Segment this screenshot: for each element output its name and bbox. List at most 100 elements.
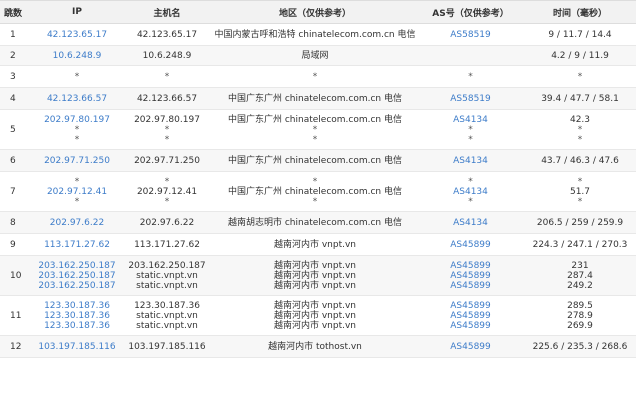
as-link[interactable]: AS45899 <box>417 281 524 291</box>
region-value: 越南河内市 vnpt.vn <box>273 260 357 271</box>
hostname-cell: 202.97.71.250 <box>121 149 213 172</box>
ip-link[interactable]: 203.162.250.187 <box>33 261 121 271</box>
ip-link[interactable]: 202.97.80.197 <box>33 115 121 125</box>
time-value: 225.6 / 235.3 / 268.6 <box>532 341 628 352</box>
host-value: * <box>164 124 170 135</box>
as-link[interactable]: AS45899 <box>417 311 524 321</box>
hop-number: 4 <box>0 87 33 110</box>
time-cell: 289.5 278.9 269.9 <box>524 295 636 336</box>
table-body: 1 42.123.65.17 42.123.65.17 中国内蒙古呼和浩特 china… <box>0 23 636 358</box>
table-row: 12 103.197.185.116 103.197.185.116 越南河内市 to… <box>0 335 636 358</box>
as-cell: AS58519 <box>417 23 524 46</box>
hostname-cell: 42.123.66.57 <box>121 87 213 110</box>
as-value: * <box>468 176 473 187</box>
time-value: 289.5 <box>567 300 593 311</box>
ip-link[interactable]: 10.6.248.9 <box>33 51 121 61</box>
region-value: 中国广东广州 chinatelecom.com.cn 电信 <box>227 114 402 125</box>
hop-number: 7 <box>0 171 33 212</box>
time-value: 231 <box>571 260 589 271</box>
region-value: 越南河内市 vnpt.vn <box>273 270 357 281</box>
host-value: 202.97.12.41 <box>136 186 198 197</box>
as-cell: * <box>417 65 524 88</box>
as-link[interactable]: AS45899 <box>417 261 524 271</box>
time-cell: 4.2 / 9 / 11.9 <box>524 45 636 66</box>
hop-number: 5 <box>0 109 33 150</box>
time-value: 4.2 / 9 / 11.9 <box>551 50 609 61</box>
hop-number: 8 <box>0 211 33 234</box>
ip-link[interactable]: 203.162.250.187 <box>33 281 121 291</box>
ip-cell: 42.123.65.17 <box>33 23 121 46</box>
ip-link[interactable]: 103.197.185.116 <box>33 342 121 352</box>
hostname-cell: 202.97.6.22 <box>121 211 213 234</box>
as-link[interactable]: AS45899 <box>417 342 524 352</box>
ip-value: * <box>74 134 80 145</box>
ip-link[interactable]: 202.97.6.22 <box>33 218 121 228</box>
as-link[interactable]: AS45899 <box>417 240 524 250</box>
region-value: * <box>312 196 318 207</box>
host-value: * <box>164 176 170 187</box>
as-link[interactable]: AS58519 <box>417 94 524 104</box>
ip-value: * <box>74 176 80 187</box>
ip-cell: * <box>33 65 121 88</box>
header-time: 时间（毫秒） <box>524 0 636 24</box>
as-cell: AS45899 AS45899 AS45899 <box>417 255 524 296</box>
ip-link[interactable]: 123.30.187.36 <box>33 311 121 321</box>
region-cell: * 中国广东广州 chinatelecom.com.cn 电信 * <box>213 171 417 212</box>
time-value: 39.4 / 47.7 / 58.1 <box>541 93 619 104</box>
time-value: 224.3 / 247.1 / 270.3 <box>532 239 628 250</box>
ip-cell: 42.123.66.57 <box>33 87 121 110</box>
time-value: * <box>577 124 583 135</box>
ip-value: * <box>74 71 80 82</box>
table-row: 6 202.97.71.250 202.97.71.250 中国广东广州 chinat… <box>0 149 636 172</box>
as-link[interactable]: AS45899 <box>417 321 524 331</box>
as-value: * <box>468 71 473 82</box>
ip-link[interactable]: 113.171.27.62 <box>33 240 121 250</box>
ip-cell: 203.162.250.187 203.162.250.187 203.162.25… <box>33 255 121 296</box>
hop-number: 9 <box>0 233 33 256</box>
as-cell: AS45899 <box>417 335 524 358</box>
header-hop: 跳数 <box>0 0 33 24</box>
as-link[interactable]: AS4134 <box>417 218 524 228</box>
ip-cell: * 202.97.12.41 * <box>33 171 121 212</box>
table-row: 11 123.30.187.36 123.30.187.36 123.30.187.3… <box>0 295 636 336</box>
table-row: 5 202.97.80.197 * * 202.97.80.197 * * 中国广东广州 ch… <box>0 109 636 150</box>
ip-link[interactable]: 42.123.66.57 <box>33 94 121 104</box>
table-row: 3 * * * * * <box>0 65 636 88</box>
time-value: 9 / 11.7 / 14.4 <box>548 29 612 40</box>
hop-number: 1 <box>0 23 33 46</box>
hostname-cell: 123.30.187.36 static.vnpt.vn static.vnpt.v… <box>121 295 213 336</box>
host-value: static.vnpt.vn <box>136 280 198 291</box>
ip-cell: 202.97.6.22 <box>33 211 121 234</box>
traceroute-table: 跳数 IP 主机名 地区（仅供参考） AS号（仅供参考） 时间（毫秒） 1 42.… <box>0 0 636 358</box>
host-value: 203.162.250.187 <box>128 260 206 271</box>
ip-link[interactable]: 42.123.65.17 <box>33 30 121 40</box>
ip-link[interactable]: 123.30.187.36 <box>33 301 121 311</box>
time-cell: 225.6 / 235.3 / 268.6 <box>524 335 636 358</box>
ip-value: * <box>74 124 80 135</box>
as-link[interactable]: AS45899 <box>417 301 524 311</box>
region-cell: 局域网 <box>213 45 417 66</box>
as-link[interactable]: AS4134 <box>417 156 524 166</box>
ip-link[interactable]: 203.162.250.187 <box>33 271 121 281</box>
region-value: 越南河内市 vnpt.vn <box>273 310 357 321</box>
time-value: * <box>577 71 583 82</box>
hostname-cell: 42.123.65.17 <box>121 23 213 46</box>
time-value: * <box>577 134 583 145</box>
region-value: * <box>312 176 318 187</box>
ip-link[interactable]: 123.30.187.36 <box>33 321 121 331</box>
ip-link[interactable]: 202.97.71.250 <box>33 156 121 166</box>
hop-number: 10 <box>0 255 33 296</box>
as-link[interactable]: AS4134 <box>417 115 524 125</box>
as-link[interactable]: AS58519 <box>417 30 524 40</box>
as-link[interactable]: AS45899 <box>417 271 524 281</box>
table-row: 9 113.171.27.62 113.171.27.62 越南河内市 vnpt.vn… <box>0 233 636 256</box>
host-value: static.vnpt.vn <box>136 270 198 281</box>
hop-number: 12 <box>0 335 33 358</box>
region-cell: 越南河内市 vnpt.vn 越南河内市 vnpt.vn 越南河内市 vnpt.vn <box>213 255 417 296</box>
host-value: 202.97.80.197 <box>134 114 200 125</box>
ip-link[interactable]: 202.97.12.41 <box>33 187 121 197</box>
time-value: 269.9 <box>567 320 593 331</box>
region-cell: 越南河内市 vnpt.vn <box>213 233 417 256</box>
region-cell: 中国广东广州 chinatelecom.com.cn 电信 <box>213 87 417 110</box>
as-link[interactable]: AS4134 <box>417 187 524 197</box>
